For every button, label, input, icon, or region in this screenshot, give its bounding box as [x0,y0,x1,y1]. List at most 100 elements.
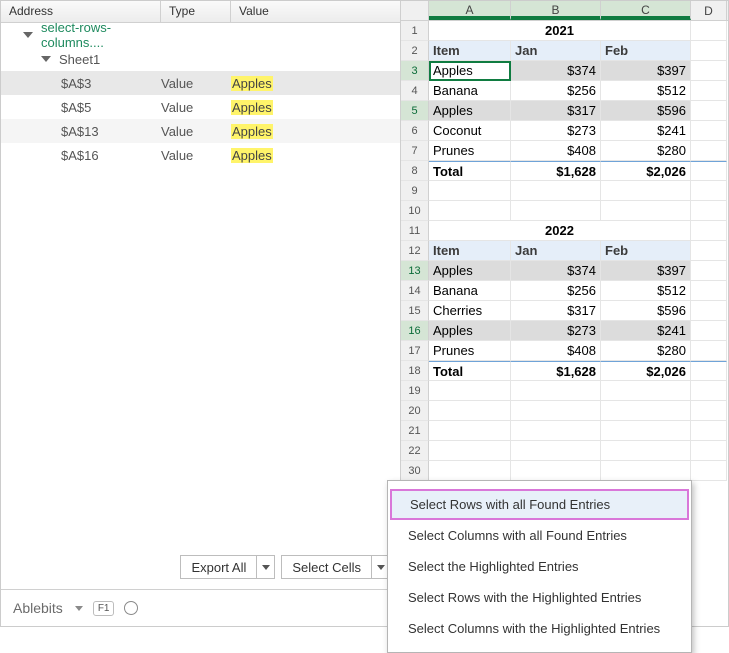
cell[interactable] [691,121,727,141]
cell[interactable]: $280 [601,141,691,161]
cell[interactable]: $596 [601,101,691,121]
cell[interactable]: Feb [601,41,691,61]
result-row[interactable]: $A$13 Value Apples [1,119,400,143]
row-header[interactable]: 20 [401,401,429,421]
cell[interactable] [691,141,727,161]
cell[interactable] [429,441,511,461]
cell[interactable]: $1,628 [511,361,601,381]
row-header[interactable]: 16 [401,321,429,341]
brand-label[interactable]: Ablebits [13,600,63,616]
cell[interactable]: $397 [601,61,691,81]
cell[interactable]: $408 [511,341,601,361]
cell[interactable]: Banana [429,81,511,101]
cell[interactable] [691,201,727,221]
cell[interactable] [511,381,601,401]
cell[interactable]: Prunes [429,341,511,361]
cell[interactable] [691,321,727,341]
cell[interactable] [691,81,727,101]
cell[interactable]: Item [429,41,511,61]
result-row[interactable]: $A$5 Value Apples [1,95,400,119]
year-cell[interactable]: 2021 [429,21,691,41]
cell[interactable] [601,461,691,481]
select-cells-button[interactable]: Select Cells [281,555,390,579]
row-header[interactable]: 14 [401,281,429,301]
help-f1-button[interactable]: F1 [93,601,115,616]
result-row[interactable]: $A$3 Value Apples [1,71,400,95]
cell[interactable] [691,41,727,61]
select-all-corner[interactable] [401,1,429,20]
menu-select-rows-highlighted[interactable]: Select Rows with the Highlighted Entries [388,582,691,613]
menu-select-rows-found[interactable]: Select Rows with all Found Entries [390,489,689,520]
row-header[interactable]: 13 [401,261,429,281]
row-header[interactable]: 1 [401,21,429,41]
col-type[interactable]: Type [161,1,231,22]
cell[interactable] [691,281,727,301]
cell[interactable]: $374 [511,61,601,81]
cell[interactable]: $256 [511,81,601,101]
col-header-b[interactable]: B [511,1,601,20]
chevron-down-icon[interactable] [75,606,83,611]
cell[interactable]: Jan [511,241,601,261]
cell[interactable]: Jan [511,41,601,61]
gear-icon[interactable] [124,601,138,615]
cell[interactable] [691,361,727,381]
cell[interactable] [691,221,727,241]
cell[interactable]: Feb [601,241,691,261]
cell[interactable] [511,421,601,441]
col-header-d[interactable]: D [691,1,727,20]
cell[interactable] [691,241,727,261]
row-header[interactable]: 21 [401,421,429,441]
cell[interactable]: Cherries [429,301,511,321]
menu-select-highlighted[interactable]: Select the Highlighted Entries [388,551,691,582]
cell[interactable] [691,301,727,321]
row-header[interactable]: 7 [401,141,429,161]
row-header[interactable]: 22 [401,441,429,461]
cell[interactable]: $408 [511,141,601,161]
cell[interactable] [601,201,691,221]
cell[interactable]: $596 [601,301,691,321]
cell[interactable]: $273 [511,121,601,141]
cell[interactable]: Apples [429,261,511,281]
cell[interactable]: $397 [601,261,691,281]
cell[interactable] [511,181,601,201]
cell[interactable] [511,201,601,221]
cell[interactable] [691,61,727,81]
cell[interactable]: Apples [429,61,511,81]
tree-sheet[interactable]: Sheet1 [1,47,400,71]
cell[interactable]: $273 [511,321,601,341]
cell[interactable]: $512 [601,81,691,101]
row-header[interactable]: 9 [401,181,429,201]
row-header[interactable]: 4 [401,81,429,101]
cell[interactable] [691,101,727,121]
cell[interactable]: $512 [601,281,691,301]
result-row[interactable]: $A$16 Value Apples [1,143,400,167]
cell[interactable]: $1,628 [511,161,601,181]
row-header[interactable]: 18 [401,361,429,381]
export-dropdown[interactable] [257,555,275,579]
cell[interactable] [691,401,727,421]
cell[interactable]: Total [429,361,511,381]
col-header-c[interactable]: C [601,1,691,20]
cell[interactable] [691,341,727,361]
cell[interactable]: $241 [601,321,691,341]
cell[interactable]: $374 [511,261,601,281]
row-header[interactable]: 3 [401,61,429,81]
cell[interactable] [429,201,511,221]
year-cell[interactable]: 2022 [429,221,691,241]
cell[interactable]: Banana [429,281,511,301]
cell[interactable] [691,21,727,41]
cell[interactable] [691,461,727,481]
cell[interactable]: $280 [601,341,691,361]
cell[interactable] [429,421,511,441]
row-header[interactable]: 11 [401,221,429,241]
tree-workbook[interactable]: select-rows-columns.... [1,23,400,47]
cell[interactable]: $256 [511,281,601,301]
cell[interactable]: $241 [601,121,691,141]
cell[interactable] [429,401,511,421]
cell[interactable] [601,401,691,421]
row-header[interactable]: 2 [401,41,429,61]
cell[interactable] [511,461,601,481]
cell[interactable]: Prunes [429,141,511,161]
cell[interactable]: Item [429,241,511,261]
row-header[interactable]: 5 [401,101,429,121]
